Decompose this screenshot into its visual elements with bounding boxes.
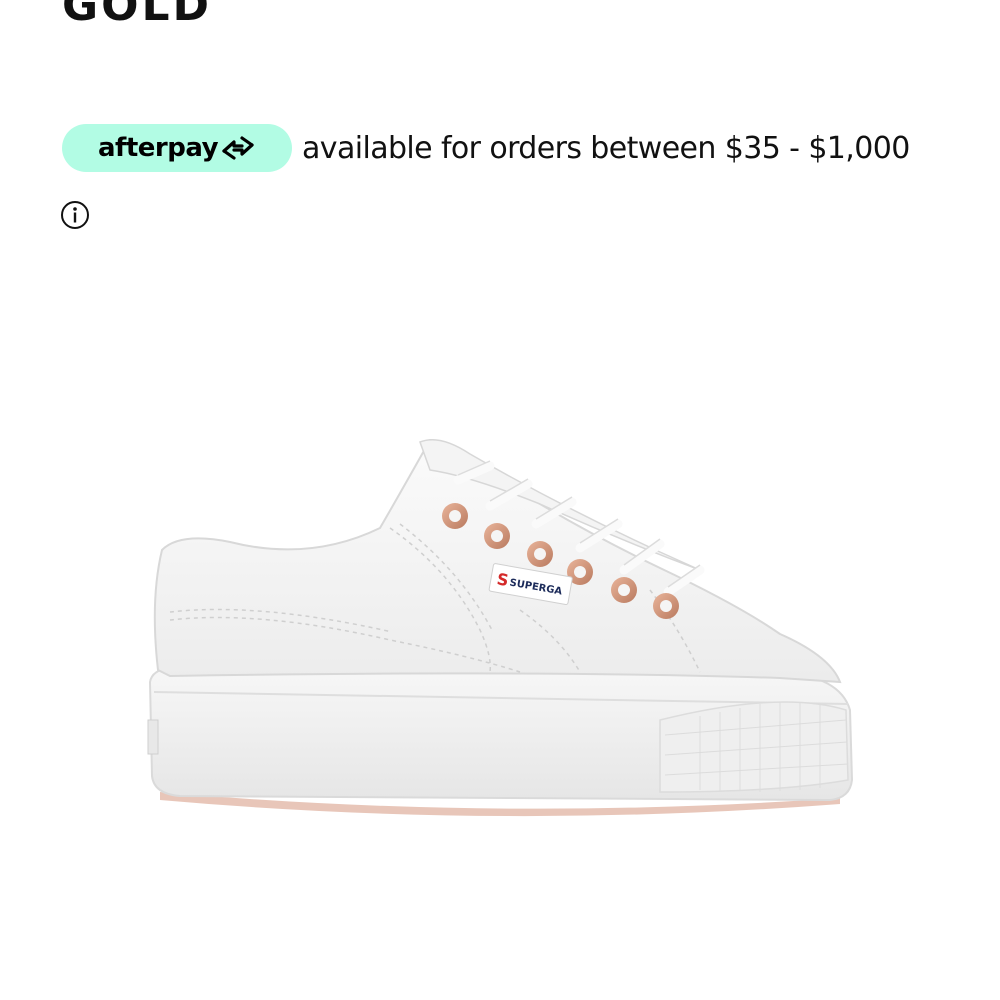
product-page: GOLD afterpay available for orders betwe… <box>0 0 1000 1000</box>
product-title: GOLD <box>62 0 213 31</box>
afterpay-badge[interactable]: afterpay <box>62 124 292 172</box>
product-image-sneaker[interactable]: S SUPERGA <box>140 420 860 840</box>
afterpay-row: afterpay available for orders between $3… <box>62 124 910 172</box>
info-icon[interactable] <box>60 200 90 230</box>
afterpay-logo-text: afterpay <box>97 133 219 163</box>
afterpay-message: available for orders between $35 - $1,00… <box>302 130 910 166</box>
afterpay-arrows-icon <box>220 135 256 161</box>
